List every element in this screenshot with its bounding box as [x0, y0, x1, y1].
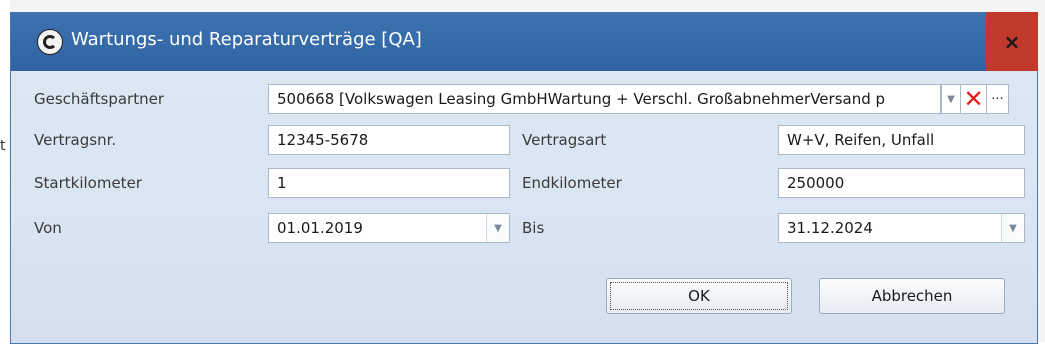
from-date-field[interactable]: 01.01.2019 ▼: [268, 213, 510, 243]
background-window-bottom: [0, 342, 1045, 360]
start-km-field[interactable]: 1: [268, 168, 510, 198]
background-window: [0, 0, 10, 360]
to-date-value: 31.12.2024: [787, 219, 873, 237]
contract-type-field[interactable]: W+V, Reifen, Unfall: [778, 125, 1025, 155]
partner-dropdown-button[interactable]: ▼: [941, 84, 961, 114]
ellipsis-icon: ···: [991, 91, 1004, 107]
end-km-label: Endkilometer: [522, 174, 622, 192]
to-date-label: Bis: [522, 219, 545, 237]
contract-no-label: Vertragsnr.: [34, 131, 117, 149]
contract-type-label: Vertragsart: [522, 131, 607, 149]
from-date-label: Von: [34, 219, 62, 237]
contract-no-field[interactable]: 12345-5678: [268, 125, 510, 155]
close-button[interactable]: ×: [986, 12, 1038, 71]
from-date-dropdown-button[interactable]: ▼: [486, 214, 509, 242]
cancel-button[interactable]: Abbrechen: [819, 278, 1005, 314]
background-text-fragment: t: [0, 138, 6, 154]
close-icon: ✕: [963, 85, 984, 113]
window-title: Wartungs- und Reparaturverträge [QA]: [71, 29, 422, 50]
to-date-field[interactable]: 31.12.2024 ▼: [778, 213, 1025, 243]
chevron-down-icon: ▼: [947, 93, 955, 105]
to-date-dropdown-button[interactable]: ▼: [1001, 214, 1024, 242]
chevron-down-icon: ▼: [494, 222, 502, 234]
partner-more-button[interactable]: ···: [987, 84, 1009, 114]
ok-button[interactable]: OK: [606, 278, 792, 314]
title-bar[interactable]: Wartungs- und Reparaturverträge [QA] ×: [11, 12, 1038, 71]
app-icon: [37, 29, 63, 55]
partner-label: Geschäftspartner: [34, 90, 164, 108]
chevron-down-icon: ▼: [1009, 222, 1017, 234]
start-km-label: Startkilometer: [34, 174, 142, 192]
from-date-value: 01.01.2019: [277, 219, 363, 237]
partner-clear-button[interactable]: ✕: [961, 84, 987, 114]
partner-field[interactable]: 500668 [Volkswagen Leasing GmbHWartung +…: [268, 84, 941, 114]
end-km-field[interactable]: 250000: [778, 168, 1025, 198]
